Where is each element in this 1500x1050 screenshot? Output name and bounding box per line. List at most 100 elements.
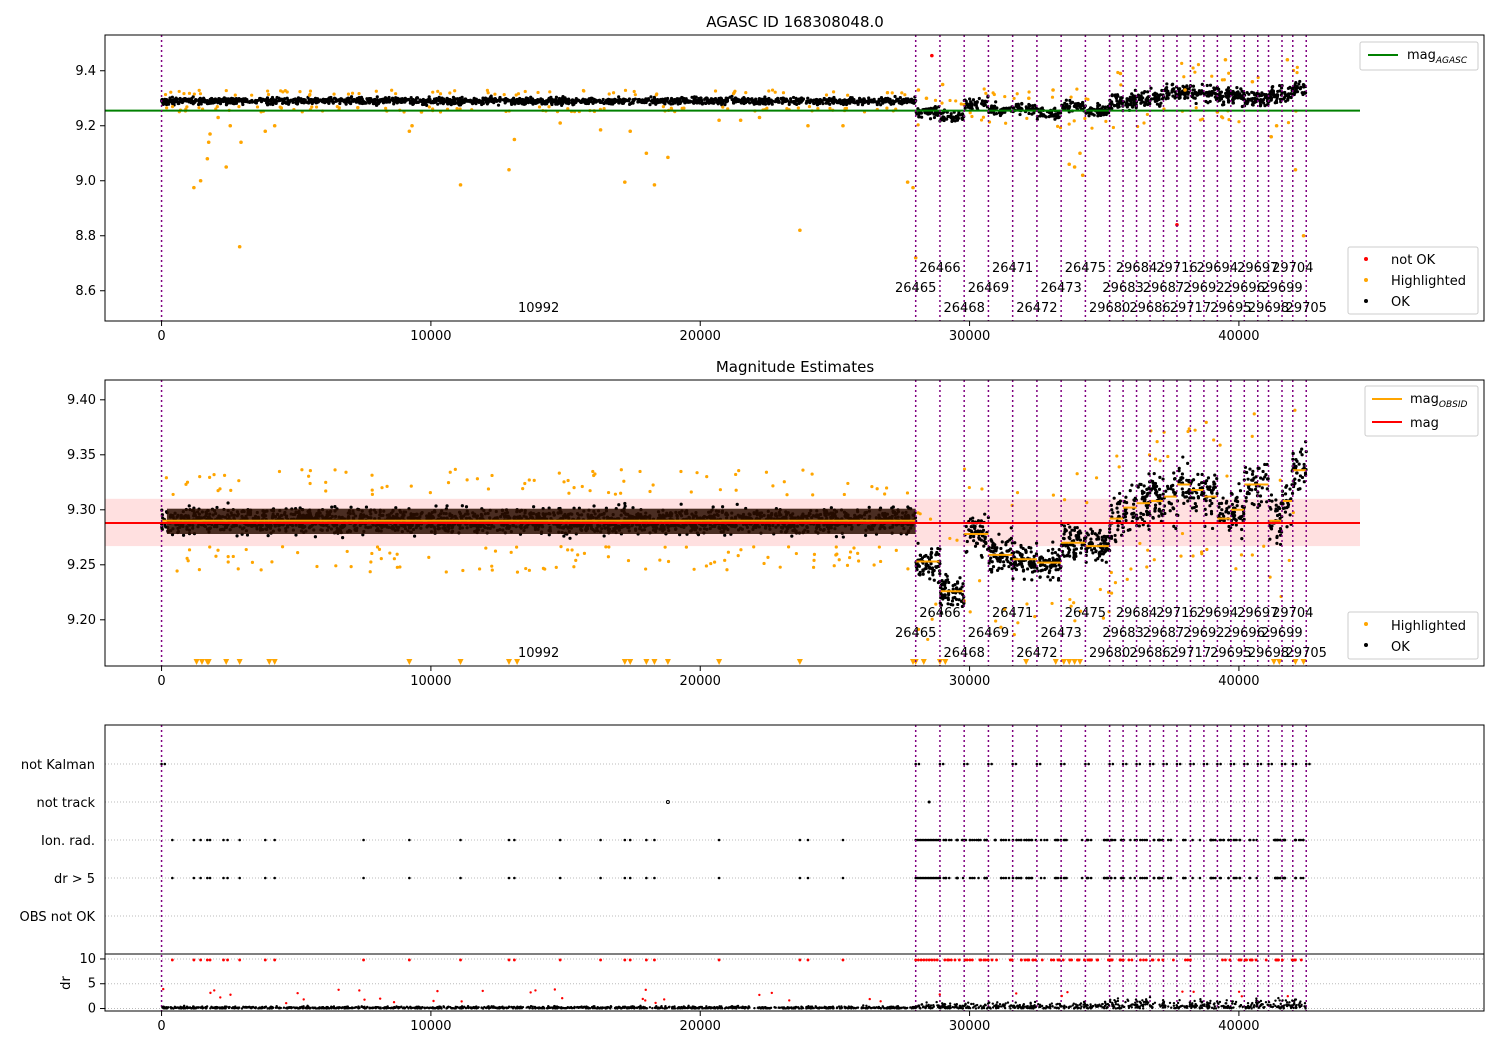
ok-point	[211, 100, 215, 105]
ok-point	[302, 98, 306, 102]
highlighted-point	[314, 105, 319, 109]
ok-point	[997, 566, 1001, 570]
ok-point	[1155, 102, 1160, 106]
highlighted-point	[1269, 134, 1274, 139]
highlighted-point	[1027, 90, 1031, 94]
highlighted-point	[394, 92, 398, 96]
highlighted-point	[632, 89, 636, 94]
ok-point	[348, 100, 352, 104]
ok-point	[227, 100, 231, 104]
ok-point	[757, 102, 761, 106]
highlighted-point	[911, 185, 915, 190]
ok-point	[1104, 560, 1108, 564]
highlighted-point	[356, 106, 360, 110]
ok-point	[327, 98, 332, 102]
obsid-label: 29686	[1129, 301, 1170, 316]
ok-point	[1160, 97, 1165, 101]
ok-point	[313, 96, 318, 100]
highlighted-point	[1086, 97, 1090, 101]
ok-point	[877, 99, 881, 104]
highlighted-point	[806, 123, 810, 128]
ok-point	[864, 100, 868, 104]
legend-label: mag	[1407, 48, 1436, 63]
ok-point	[1142, 484, 1146, 488]
ok-point	[1200, 481, 1204, 485]
ok-point	[1297, 478, 1301, 482]
ok-point	[1268, 90, 1273, 94]
ok-point	[812, 101, 816, 105]
obsid-label: 29695	[1210, 301, 1251, 316]
ok-point	[1192, 88, 1196, 92]
highlighted-point	[1221, 116, 1225, 120]
highlighted-point	[1142, 121, 1146, 125]
ok-point	[445, 99, 449, 104]
ok-point	[1265, 487, 1269, 491]
highlighted-point	[536, 90, 540, 95]
ok-point	[968, 97, 972, 101]
ok-point	[1004, 541, 1008, 545]
ok-point	[1220, 508, 1224, 512]
ok-point	[845, 100, 849, 104]
ok-point	[549, 95, 553, 100]
ok-point	[1084, 111, 1088, 115]
highlighted-point	[163, 92, 168, 97]
ok-point	[226, 501, 230, 505]
ok-point	[1290, 491, 1295, 495]
ok-point	[1185, 91, 1190, 95]
ok-point	[528, 99, 532, 103]
ok-point	[1141, 100, 1146, 104]
ok-point	[1046, 575, 1050, 579]
highlighted-point	[1078, 151, 1082, 156]
ok-point	[791, 95, 796, 100]
highlighted-point	[493, 92, 497, 96]
ok-point	[187, 504, 191, 508]
ok-point	[1056, 553, 1060, 557]
ok-point	[1222, 100, 1226, 104]
ok-point	[1145, 96, 1149, 100]
x-tick-label: 10000	[410, 329, 451, 344]
highlighted-point	[216, 115, 220, 120]
ok-point	[851, 99, 855, 103]
ok-point	[265, 97, 269, 101]
ok-point	[373, 97, 377, 102]
ok-point	[648, 103, 652, 107]
ok-point	[1180, 472, 1185, 476]
ok-point	[269, 99, 273, 103]
highlighted-point	[1182, 75, 1186, 79]
ok-point	[415, 100, 419, 104]
ok-point	[1232, 91, 1236, 95]
ok-point	[258, 96, 263, 101]
obsid-label: 29698	[1248, 301, 1289, 316]
ok-point	[166, 102, 171, 106]
highlighted-point	[1193, 70, 1197, 74]
highlighted-point	[266, 92, 271, 97]
highlighted-point	[1194, 106, 1198, 110]
ok-point	[763, 95, 767, 99]
ok-point	[721, 505, 725, 509]
highlighted-point	[1210, 74, 1214, 78]
ok-point	[952, 118, 956, 123]
highlighted-point	[1111, 125, 1115, 130]
ok-point	[806, 96, 810, 100]
ok-point	[254, 101, 258, 105]
ok-point	[780, 101, 784, 105]
ok-point	[617, 503, 621, 507]
ok-point	[1303, 91, 1307, 95]
highlighted-point	[169, 90, 173, 94]
ok-point	[1126, 103, 1130, 107]
highlighted-point	[1050, 95, 1055, 99]
highlighted-point	[933, 98, 938, 102]
obsid-label: 29694	[1197, 261, 1238, 276]
ok-point	[1240, 89, 1244, 93]
ok-point	[435, 98, 440, 102]
ok-point	[1078, 551, 1083, 555]
ok-point	[693, 98, 697, 103]
ok-point	[1044, 115, 1048, 119]
highlighted-point	[885, 91, 889, 95]
highlighted-point	[407, 129, 412, 134]
highlighted-point	[279, 106, 284, 110]
ok-point	[1240, 527, 1244, 532]
ok-point	[917, 115, 921, 119]
ok-point	[1193, 96, 1197, 100]
ok-point	[1062, 106, 1066, 110]
